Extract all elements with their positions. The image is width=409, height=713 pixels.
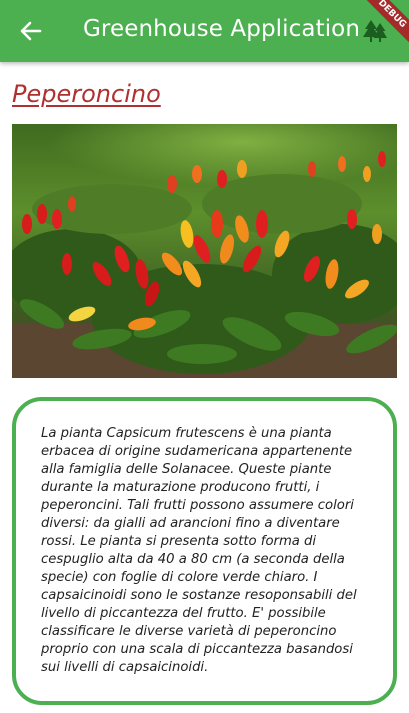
description-card: La pianta Capsicum frutescens è una pian…: [12, 397, 397, 705]
pepper-plants-image: [12, 124, 397, 378]
plant-name: Peperoncino: [12, 80, 161, 108]
arrow-left-icon: [20, 21, 42, 41]
app-bar: Greenhouse Application DEBUG: [0, 0, 409, 62]
app-title: Greenhouse Application: [83, 16, 361, 42]
plant-photo: [12, 124, 397, 378]
back-button[interactable]: [14, 15, 48, 47]
plant-description: La pianta Capsicum frutescens è una pian…: [41, 426, 357, 675]
pine-tree-icon[interactable]: [362, 18, 388, 44]
